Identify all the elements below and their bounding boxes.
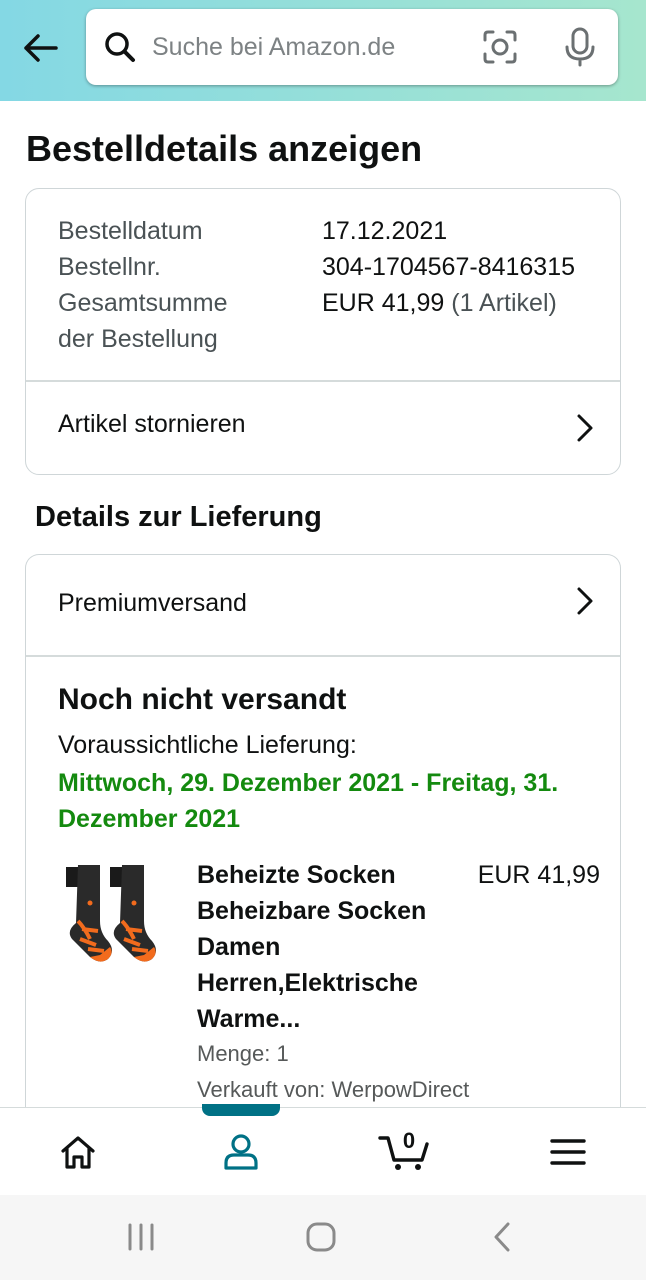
recent-apps-button[interactable]: [111, 1215, 171, 1259]
home-system-button[interactable]: [291, 1215, 351, 1259]
order-date-value: 17.12.2021: [322, 217, 448, 245]
order-total-value: EUR 41,99: [322, 289, 445, 317]
bottom-nav: [0, 1107, 646, 1195]
shipping-method-link[interactable]: Premiumversand: [26, 555, 620, 655]
order-date-row: Bestelldatum 17.12.2021: [58, 213, 447, 249]
product-title-link[interactable]: Beheizte Socken Beheizbare Socken Damen …: [197, 857, 467, 1037]
order-total-label-cont: der Bestellung: [58, 321, 218, 357]
shipping-method-label: Premiumversand: [58, 589, 247, 617]
nav-menu[interactable]: [508, 1108, 628, 1196]
search-input[interactable]: [152, 27, 452, 67]
nav-home[interactable]: [18, 1108, 138, 1196]
back-arrow-icon: [24, 34, 58, 62]
delivery-section-title: Details zur Lieferung: [35, 501, 322, 533]
nav-account[interactable]: [181, 1108, 301, 1196]
microphone-icon[interactable]: [562, 27, 598, 67]
cancel-items-link[interactable]: Artikel stornieren: [26, 382, 620, 474]
system-back-button[interactable]: [472, 1215, 532, 1259]
divider: [26, 655, 620, 657]
camera-scan-icon[interactable]: [482, 29, 518, 65]
delivery-card: Premiumversand Noch nicht versandt Vorau…: [25, 554, 621, 1154]
menu-icon: [550, 1139, 586, 1165]
order-total-row: Gesamtsumme EUR 41,99 (1 Artikel): [58, 285, 557, 321]
product-image[interactable]: [60, 859, 170, 969]
active-tab-indicator: [202, 1104, 280, 1116]
order-number-value: 304-1704567-8416315: [322, 253, 576, 281]
chevron-right-icon: [577, 414, 593, 442]
search-icon: [105, 32, 135, 62]
recent-apps-icon: [128, 1223, 154, 1251]
order-total-label-line2: der Bestellung: [58, 325, 218, 353]
cart-count-badge: 0: [402, 1128, 416, 1153]
order-date-label: Bestelldatum: [58, 217, 203, 245]
page-title: Bestelldetails anzeigen: [26, 128, 423, 169]
cancel-items-label: Artikel stornieren: [58, 410, 246, 438]
back-chevron-icon: [494, 1222, 510, 1252]
shipment-status: Noch nicht versandt: [58, 683, 347, 716]
product-seller: Verkauft von: WerpowDirect: [197, 1077, 470, 1102]
account-icon: [224, 1134, 258, 1170]
app-header: [0, 0, 646, 101]
expected-delivery-dates: Mittwoch, 29. Dezember 2021 - Freitag, 3…: [58, 769, 559, 833]
order-number-label: Bestellnr.: [58, 253, 161, 281]
search-box[interactable]: [86, 9, 618, 85]
product-quantity: Menge: 1: [197, 1041, 289, 1066]
system-nav-bar: [0, 1195, 646, 1280]
order-item-count: (1 Artikel): [451, 289, 557, 317]
order-total-label: Gesamtsumme: [58, 289, 228, 317]
order-summary-card: Bestelldatum 17.12.2021 Bestellnr. 304-1…: [25, 188, 621, 475]
back-button[interactable]: [18, 26, 62, 70]
home-circle-icon: [306, 1222, 336, 1252]
order-number-row: Bestellnr. 304-1704567-8416315: [58, 249, 575, 285]
expected-delivery-label: Voraussichtliche Lieferung:: [58, 731, 357, 759]
product-price: EUR 41,99: [477, 861, 600, 889]
home-icon: [61, 1136, 95, 1169]
chevron-right-icon: [577, 587, 593, 615]
